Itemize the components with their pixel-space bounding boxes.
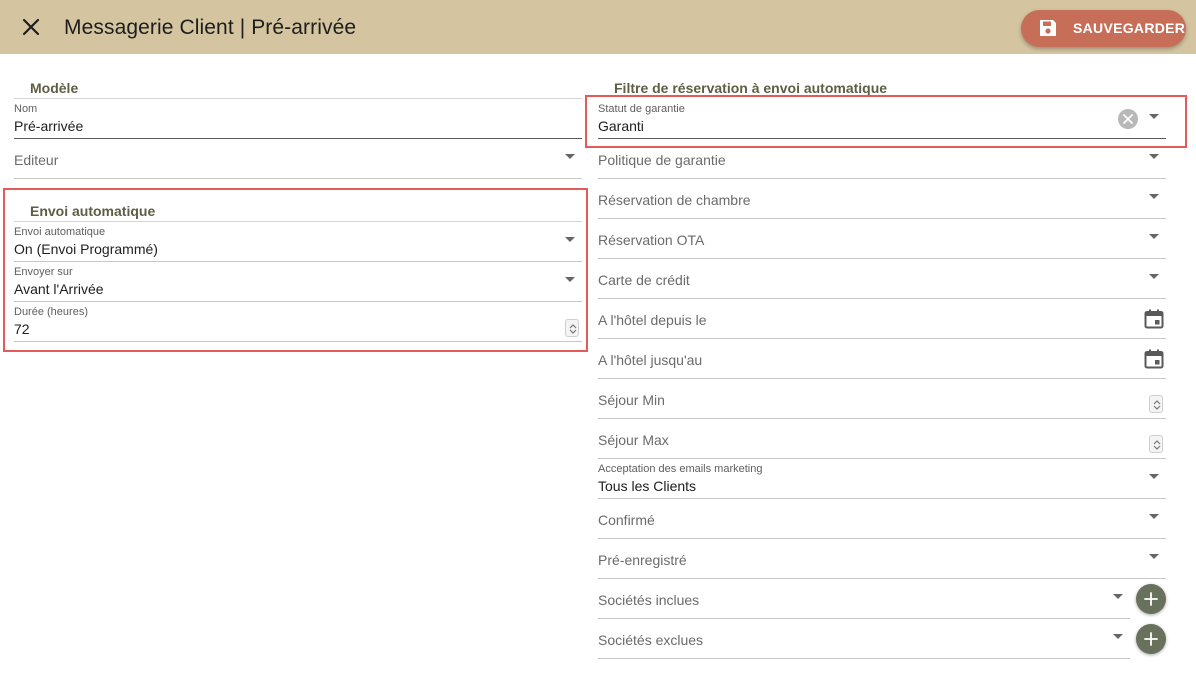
carte-credit-placeholder: Carte de crédit [598, 272, 690, 288]
sejour-max-placeholder: Séjour Max [598, 432, 669, 448]
statut-garantie-select[interactable]: Statut de garantie Garanti [598, 99, 1166, 139]
editeur-placeholder: Editeur [14, 152, 59, 168]
save-button[interactable]: SAUVEGARDER [1021, 10, 1186, 47]
save-button-label: SAUVEGARDER [1073, 20, 1186, 36]
envoyer-sur-select[interactable]: Envoyer sur Avant l'Arrivée [14, 262, 582, 302]
sejour-max-input[interactable]: Séjour Max [598, 419, 1166, 459]
politique-garantie-placeholder: Politique de garantie [598, 152, 726, 168]
close-button[interactable] [18, 14, 44, 40]
plus-icon [1144, 592, 1158, 606]
chevron-down-icon [1113, 634, 1123, 639]
chevron-down-icon [565, 277, 575, 282]
envoi-automatique-value: On (Envoi Programmé) [14, 241, 158, 257]
nom-label: Nom [14, 103, 38, 115]
emails-marketing-label: Acceptation des emails marketing [598, 463, 763, 475]
societes-exclues-select[interactable]: Sociétés exclues [598, 619, 1130, 659]
app-header: Messagerie Client | Pré-arrivée SAUVEGAR… [0, 0, 1196, 54]
chevron-down-icon [1149, 514, 1159, 519]
add-societe-exclue-button[interactable] [1136, 624, 1166, 654]
chevron-down-icon [565, 237, 575, 242]
duree-label: Durée (heures) [14, 306, 88, 318]
statut-garantie-label: Statut de garantie [598, 103, 685, 115]
chevron-down-icon [1149, 114, 1159, 119]
reservation-ota-select[interactable]: Réservation OTA [598, 219, 1166, 259]
stepper-icon[interactable] [565, 319, 579, 337]
envoyer-sur-value: Avant l'Arrivée [14, 281, 104, 297]
chevron-down-icon [1149, 154, 1159, 159]
sejour-min-placeholder: Séjour Min [598, 392, 665, 408]
chevron-down-icon [1149, 274, 1159, 279]
section-title-envoi: Envoi automatique [30, 203, 156, 219]
nom-value: Pré-arrivée [14, 118, 84, 134]
hotel-depuis-date[interactable]: A l'hôtel depuis le [598, 299, 1166, 339]
statut-garantie-value: Garanti [598, 118, 644, 134]
confirme-placeholder: Confirmé [598, 512, 655, 528]
chevron-down-icon [1113, 594, 1123, 599]
chevron-down-icon [565, 154, 575, 159]
duree-value: 72 [14, 321, 30, 337]
reservation-chambre-placeholder: Réservation de chambre [598, 192, 751, 208]
politique-garantie-select[interactable]: Politique de garantie [598, 139, 1166, 179]
hotel-jusqu-placeholder: A l'hôtel jusqu'au [598, 352, 703, 368]
chevron-down-icon [1149, 554, 1159, 559]
pre-enregistre-select[interactable]: Pré-enregistré [598, 539, 1166, 579]
societes-inclues-select[interactable]: Sociétés inclues [598, 579, 1130, 619]
envoi-automatique-label: Envoi automatique [14, 226, 106, 238]
emails-marketing-value: Tous les Clients [598, 478, 697, 494]
stepper-icon[interactable] [1149, 395, 1163, 413]
plus-icon [1144, 632, 1158, 646]
floppy-disk-icon [1040, 20, 1056, 36]
calendar-icon[interactable] [1144, 349, 1164, 369]
section-title-filtre: Filtre de réservation à envoi automatiqu… [614, 80, 888, 96]
clear-icon[interactable] [1118, 109, 1138, 129]
section-title-modele: Modèle [30, 80, 79, 96]
stepper-icon[interactable] [1149, 435, 1163, 453]
hotel-depuis-placeholder: A l'hôtel depuis le [598, 312, 707, 328]
envoyer-sur-label: Envoyer sur [14, 266, 73, 278]
close-icon [22, 18, 40, 36]
reservation-ota-placeholder: Réservation OTA [598, 232, 705, 248]
reservation-chambre-select[interactable]: Réservation de chambre [598, 179, 1166, 219]
emails-marketing-select[interactable]: Acceptation des emails marketing Tous le… [598, 459, 1166, 499]
sejour-min-input[interactable]: Séjour Min [598, 379, 1166, 419]
nom-field[interactable]: Nom Pré-arrivée [14, 99, 582, 139]
page-title: Messagerie Client | Pré-arrivée [64, 16, 357, 39]
chevron-down-icon [1149, 194, 1159, 199]
editeur-select[interactable]: Editeur [14, 139, 582, 179]
confirme-select[interactable]: Confirmé [598, 499, 1166, 539]
duree-input[interactable]: Durée (heures) 72 [14, 302, 582, 342]
societes-exclues-placeholder: Sociétés exclues [598, 632, 704, 648]
chevron-down-icon [1149, 234, 1159, 239]
add-societe-incluse-button[interactable] [1136, 584, 1166, 614]
carte-credit-select[interactable]: Carte de crédit [598, 259, 1166, 299]
societes-inclues-placeholder: Sociétés inclues [598, 592, 700, 608]
pre-enregistre-placeholder: Pré-enregistré [598, 552, 687, 568]
calendar-icon[interactable] [1144, 309, 1164, 329]
chevron-down-icon [1149, 474, 1159, 479]
hotel-jusqu-date[interactable]: A l'hôtel jusqu'au [598, 339, 1166, 379]
envoi-automatique-select[interactable]: Envoi automatique On (Envoi Programmé) [14, 222, 582, 262]
